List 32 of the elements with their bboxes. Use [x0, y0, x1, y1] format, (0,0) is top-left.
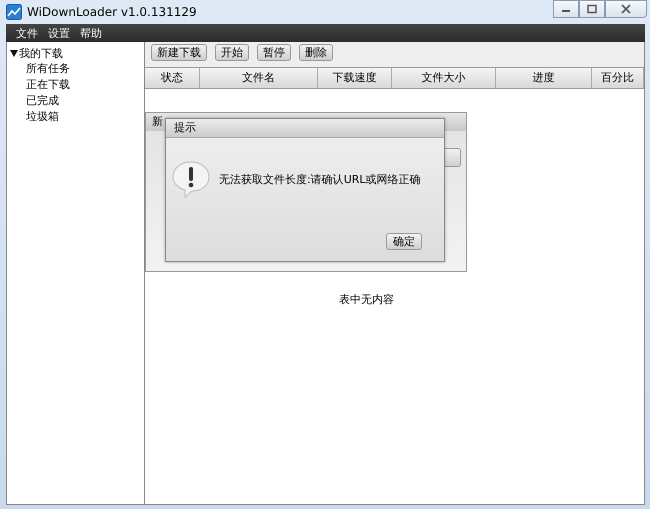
column-header[interactable]: 文件名 — [200, 68, 318, 88]
tree-item[interactable]: 垃圾箱 — [7, 109, 144, 125]
maximize-button[interactable] — [579, 0, 605, 18]
column-header[interactable]: 百分比 — [592, 68, 644, 88]
menu-item[interactable]: 设置 — [48, 26, 70, 40]
toolbar-button[interactable]: 删除 — [299, 44, 333, 61]
toolbar-button[interactable]: 新建下载 — [151, 44, 207, 61]
ok-button[interactable]: 确定 — [386, 233, 422, 250]
tree-item[interactable]: 所有任务 — [7, 61, 144, 77]
column-header[interactable]: 下载速度 — [318, 68, 392, 88]
dialog-message: 无法获取文件长度:请确认URL或网络正确 — [219, 172, 421, 186]
toolbar-button[interactable]: 开始 — [215, 44, 249, 61]
toolbar-button[interactable]: 暂停 — [257, 44, 291, 61]
column-header[interactable]: 进度 — [496, 68, 592, 88]
column-header[interactable]: 文件大小 — [392, 68, 496, 88]
close-button[interactable] — [605, 0, 647, 18]
menu-item[interactable]: 帮助 — [80, 26, 102, 40]
maximize-icon — [587, 4, 597, 14]
expanded-triangle-icon[interactable] — [10, 49, 18, 57]
tree-item[interactable]: 我的下载 — [7, 45, 144, 61]
tree-item[interactable]: 已完成 — [7, 93, 144, 109]
empty-message: 表中无内容 — [339, 292, 394, 306]
window-title: WiDownLoader v1.0.131129 — [27, 5, 197, 19]
warning-icon — [171, 160, 211, 198]
dialog-title: 新 — [152, 115, 163, 128]
tree-item[interactable]: 正在下载 — [7, 77, 144, 93]
menu-item[interactable]: 文件 — [16, 26, 38, 40]
chart-icon — [6, 4, 22, 20]
column-header[interactable]: 状态 — [145, 68, 200, 88]
minimize-button[interactable] — [553, 0, 579, 18]
dialog-title: 提示 — [174, 121, 196, 134]
close-icon — [621, 4, 631, 14]
